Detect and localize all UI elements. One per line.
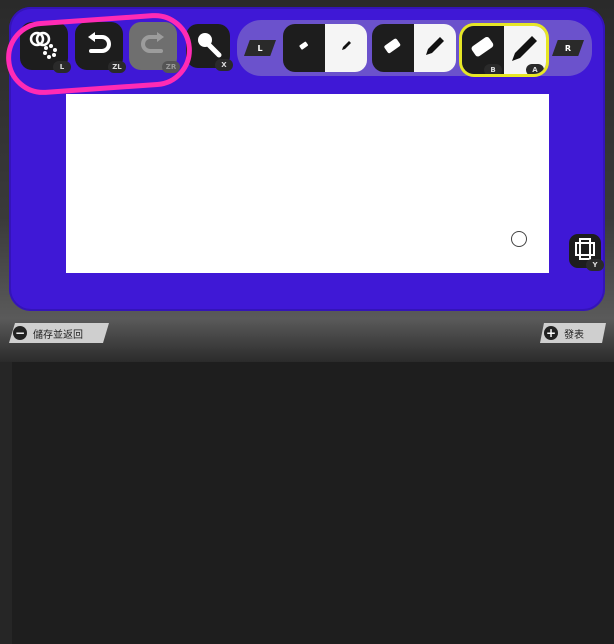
- brush-size-button[interactable]: L: [20, 22, 71, 73]
- button-hint-badge: X: [215, 59, 233, 71]
- large-eraser-button[interactable]: B: [462, 26, 504, 74]
- small-eraser-button[interactable]: [283, 24, 325, 72]
- undo-button[interactable]: ZL: [75, 22, 126, 73]
- lower-backdrop: [0, 362, 614, 644]
- redo-icon: [139, 31, 167, 61]
- medium-pen-button[interactable]: [414, 24, 456, 72]
- eraser-icon: [380, 34, 406, 62]
- drawing-canvas[interactable]: [66, 94, 549, 273]
- eraser-icon: [296, 38, 312, 58]
- undo-icon: [85, 31, 113, 61]
- medium-eraser-button[interactable]: [372, 24, 414, 72]
- minus-icon: −: [13, 326, 27, 340]
- post-label: 發表: [564, 329, 584, 341]
- pen-icon: [338, 38, 354, 58]
- large-brush-group: B A: [462, 26, 546, 74]
- button-hint-badge: A: [526, 64, 544, 74]
- pen-icon: [422, 33, 448, 63]
- button-hint-badge: ZR: [162, 61, 180, 73]
- brush-size-icon: [27, 29, 61, 63]
- save-and-return-button[interactable]: − 儲存並返回: [9, 323, 109, 343]
- save-and-return-label: 儲存並返回: [33, 329, 83, 341]
- large-pen-button[interactable]: A: [504, 26, 546, 74]
- button-hint-badge: L: [53, 61, 71, 73]
- layers-button[interactable]: Y: [569, 234, 604, 271]
- button-hint-badge: Y: [586, 259, 604, 271]
- button-hint-badge: B: [484, 64, 502, 74]
- eraser-icon: [467, 33, 499, 67]
- zoom-button[interactable]: X: [186, 24, 233, 71]
- button-hint-badge: ZL: [108, 61, 126, 73]
- magnifier-icon: [194, 30, 222, 62]
- small-brush-group: [283, 24, 367, 72]
- plus-icon: +: [544, 326, 558, 340]
- post-button[interactable]: + 發表: [540, 323, 606, 343]
- medium-brush-group: [372, 24, 456, 72]
- backdrop-edge: [0, 362, 12, 644]
- brush-cursor: [511, 231, 527, 247]
- small-pen-button[interactable]: [325, 24, 367, 72]
- redo-button[interactable]: ZR: [129, 22, 180, 73]
